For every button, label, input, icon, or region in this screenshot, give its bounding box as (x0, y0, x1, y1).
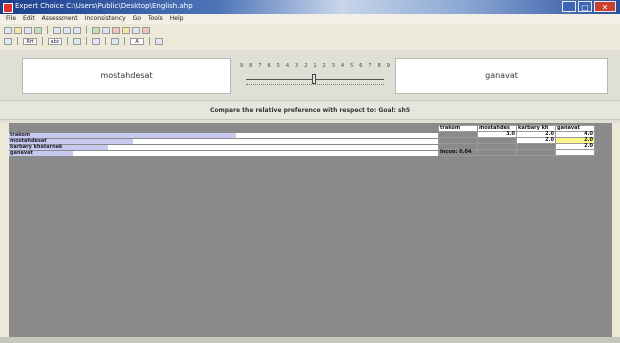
row-karbary-khatarnak[interactable]: karbary khatarnak (9, 144, 438, 150)
status-strip (0, 337, 620, 343)
scale-tick[interactable]: 6 (268, 63, 271, 69)
copy-icon[interactable] (73, 26, 81, 34)
scale-tick[interactable]: 3 (295, 63, 298, 69)
sensitivity-icon[interactable] (122, 26, 130, 34)
graphical-mode-icon[interactable] (92, 37, 100, 45)
menu-assessment[interactable]: Assessment (42, 14, 78, 24)
scale-tick[interactable]: 1 (313, 63, 316, 69)
scale-tick[interactable]: 9 (240, 63, 243, 69)
rh-button[interactable]: RH (23, 37, 37, 45)
open-folder-icon[interactable] (14, 26, 22, 34)
row-label: ganavat (10, 150, 33, 156)
right-item-label: ganavat (485, 71, 518, 80)
row-mostahdesat[interactable]: mostahdesat (9, 138, 438, 144)
new-file-icon[interactable] (4, 26, 12, 34)
check-icon[interactable] (34, 26, 42, 34)
filter-icon[interactable] (111, 37, 119, 45)
menu-file[interactable]: File (6, 14, 16, 24)
chart-icon[interactable] (132, 26, 140, 34)
close-button[interactable]: ✕ (594, 1, 616, 12)
title-bar: Expert Choice C:\Users\Public\Desktop\En… (0, 0, 620, 14)
scale-tick[interactable]: 3 (332, 63, 335, 69)
menu-inconsistency[interactable]: Inconsistency (85, 14, 126, 24)
undo-icon[interactable] (142, 26, 150, 34)
prompt-bar: Compare the relative preference with res… (0, 100, 620, 120)
toolbar-separator (42, 37, 43, 45)
scale-tick[interactable]: 5 (277, 63, 280, 69)
comparison-scale[interactable]: 9 8 7 6 5 4 3 2 1 2 3 4 5 6 7 8 9 (240, 58, 390, 94)
comparison-prompt: Compare the relative preference with res… (209, 107, 411, 114)
scale-tick[interactable]: 6 (359, 63, 362, 69)
model-icon[interactable] (92, 26, 100, 34)
matrix-cell (555, 149, 595, 156)
scale-tick[interactable]: 8 (249, 63, 252, 69)
scale-tick[interactable]: 2 (323, 63, 326, 69)
scale-tick[interactable]: 8 (378, 63, 381, 69)
toolbar-separator (124, 37, 125, 45)
menu-bar: File Edit Assessment Inconsistency Go To… (0, 14, 620, 24)
comparison-toolbar: RH abc A (0, 36, 620, 46)
scale-icon[interactable] (4, 37, 12, 45)
slider-thumb[interactable] (312, 74, 316, 84)
scale-tick[interactable]: 4 (286, 63, 289, 69)
scale-tick[interactable]: 2 (304, 63, 307, 69)
row-ganavat[interactable]: ganavat (9, 150, 438, 156)
slider-dots (246, 84, 384, 86)
zoom-icon[interactable] (102, 26, 110, 34)
inconsistency-ratio: Incon: 0.04 (438, 149, 478, 156)
toolbar-separator (86, 26, 87, 34)
window-icon[interactable] (155, 37, 163, 45)
window-title: Expert Choice C:\Users\Public\Desktop\En… (15, 2, 193, 10)
save-icon[interactable] (24, 26, 32, 34)
scale-tick[interactable]: 7 (368, 63, 371, 69)
left-item-label: mostahdesat (100, 71, 153, 80)
preview-icon[interactable] (63, 26, 71, 34)
toolbar-separator (47, 26, 48, 34)
numerical-mode-icon[interactable] (73, 37, 81, 45)
abc-button[interactable]: abc (48, 37, 62, 45)
left-item-box[interactable]: mostahdesat (22, 58, 231, 94)
toolbar-separator (149, 37, 150, 45)
menu-edit[interactable]: Edit (23, 14, 35, 24)
matrix-cell-diagonal (516, 149, 556, 156)
scale-numbers: 9 8 7 6 5 4 3 2 1 2 3 4 5 6 7 8 9 (240, 63, 390, 69)
menu-tools[interactable]: Tools (148, 14, 163, 24)
matrix-cell-diagonal (477, 149, 517, 156)
print-icon[interactable] (53, 26, 61, 34)
menu-help[interactable]: Help (170, 14, 184, 24)
scale-tick[interactable]: 4 (341, 63, 344, 69)
toolbar-separator (105, 37, 106, 45)
scale-tick[interactable]: 7 (258, 63, 261, 69)
scale-tick[interactable]: 9 (387, 63, 390, 69)
app-icon (3, 3, 13, 13)
menu-go[interactable]: Go (133, 14, 141, 24)
toolbar-separator (17, 37, 18, 45)
right-item-box[interactable]: ganavat (395, 58, 608, 94)
main-toolbar (0, 25, 620, 35)
minimize-button[interactable]: _ (562, 1, 576, 12)
row-trakom[interactable]: trakom (9, 132, 438, 138)
toolbar-separator (67, 37, 68, 45)
comparison-matrix: trakom mostahdes karbary kh ganavat 3.0 … (438, 125, 595, 156)
matrix-row: Incon: 0.04 (438, 149, 595, 156)
font-button[interactable]: A (130, 37, 144, 45)
synthesis-icon[interactable] (112, 26, 120, 34)
toolbar-separator (86, 37, 87, 45)
scale-tick[interactable]: 5 (350, 63, 353, 69)
maximize-button[interactable]: □ (578, 1, 592, 12)
